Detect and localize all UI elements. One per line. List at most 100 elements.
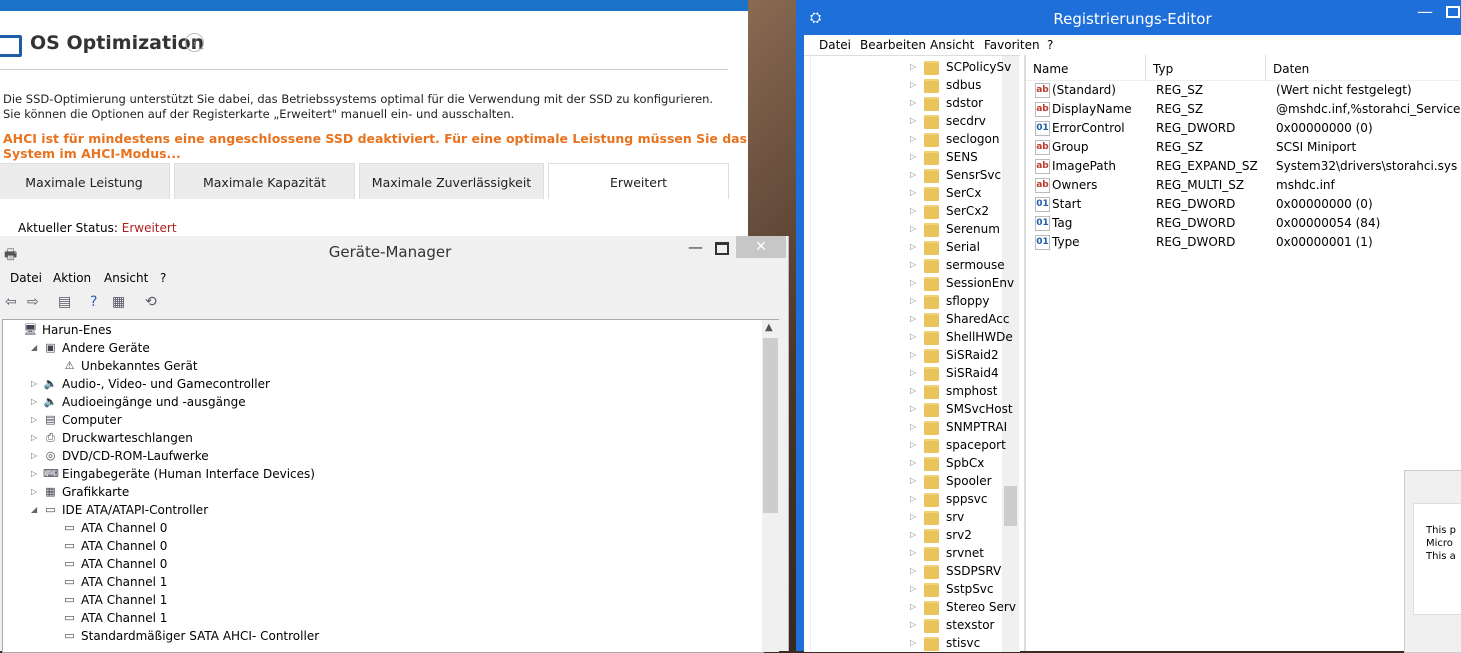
registry-key-tree[interactable]: ▷ SCPolicySv ▷ sdbus ▷ sdstor ▷ secdrv ▷ seclogon… [804, 55, 1020, 652]
scan-hardware-icon[interactable]: ⟲ [145, 294, 157, 310]
expand-arrow-icon[interactable]: ▷ [910, 566, 916, 575]
maximize-button[interactable] [1446, 6, 1460, 18]
expand-arrow-icon[interactable]: ▷ [910, 638, 916, 647]
expand-arrow-icon[interactable]: ▷ [910, 80, 916, 89]
menu-aktion[interactable]: Aktion [53, 271, 91, 285]
registry-value-row[interactable]: 01 Tag REG_DWORD 0x00000054 (84) [1026, 214, 1461, 233]
tab-advanced[interactable]: Erweitert [548, 163, 729, 199]
expand-arrow-icon[interactable]: ▷ [910, 368, 916, 377]
expand-arrow-icon[interactable]: ▷ [910, 332, 916, 341]
speaker-icon: 🔈 [43, 395, 58, 408]
menu-bearbeiten[interactable]: Bearbeiten [860, 38, 926, 52]
menu-datei[interactable]: Datei [10, 271, 42, 285]
expand-arrow-icon[interactable]: ▷ [910, 206, 916, 215]
expand-arrow-icon[interactable]: ▷ [910, 260, 916, 269]
expand-arrow-icon[interactable]: ▷ [910, 602, 916, 611]
expand-arrow-icon[interactable]: ▷ [31, 397, 37, 406]
expand-arrow-icon[interactable]: ▷ [910, 98, 916, 107]
expand-arrow-icon[interactable]: ▷ [910, 584, 916, 593]
expand-arrow-icon[interactable]: ▷ [910, 476, 916, 485]
expand-arrow-icon[interactable]: ▷ [910, 152, 916, 161]
maximize-button[interactable] [715, 242, 729, 255]
menu-ansicht[interactable]: Ansicht [930, 38, 974, 52]
registry-value-row[interactable]: ab Group REG_SZ SCSI Miniport [1026, 138, 1461, 157]
expand-arrow-icon[interactable]: ▷ [31, 433, 37, 442]
scroll-thumb[interactable] [763, 338, 778, 513]
expand-arrow-icon[interactable]: ▷ [910, 386, 916, 395]
expand-arrow-icon[interactable]: ▷ [910, 548, 916, 557]
column-header-data[interactable]: Daten [1266, 55, 1461, 81]
expand-arrow-icon[interactable]: ▷ [910, 314, 916, 323]
expand-arrow-icon[interactable]: ▷ [910, 296, 916, 305]
expand-arrow-icon[interactable]: ▷ [31, 451, 37, 460]
registry-value-row[interactable]: ab DisplayName REG_SZ @mshdc.inf,%storahci_… [1026, 100, 1461, 119]
registry-value-row[interactable]: 01 Start REG_DWORD 0x00000000 (0) [1026, 195, 1461, 214]
tab-max-performance[interactable]: Maximale Leistung [0, 163, 170, 199]
expand-arrow-icon[interactable]: ◢ [31, 343, 37, 352]
value-type: REG_SZ [1156, 83, 1204, 97]
registry-value-row[interactable]: ab ImagePath REG_EXPAND_SZ System32\drivers… [1026, 157, 1461, 176]
expand-arrow-icon[interactable]: ▷ [910, 404, 916, 413]
column-header-name[interactable]: Name [1026, 55, 1146, 81]
expand-arrow-icon[interactable]: ▷ [910, 116, 916, 125]
expand-arrow-icon[interactable]: ▷ [910, 350, 916, 359]
registry-value-row[interactable]: 01 Type REG_DWORD 0x00000001 (1) [1026, 233, 1461, 252]
scroll-up-icon[interactable]: ▲ [765, 322, 773, 333]
close-button[interactable]: ✕ [736, 236, 786, 258]
expand-arrow-icon[interactable]: ▷ [910, 530, 916, 539]
devmgr-title-bar: 🖶 Geräte-Manager — ✕ [0, 236, 788, 266]
expand-arrow-icon[interactable]: ▷ [31, 415, 37, 424]
menu-ansicht[interactable]: Ansicht [104, 271, 148, 285]
folder-icon [924, 133, 939, 147]
expand-arrow-icon[interactable]: ▷ [910, 62, 916, 71]
column-header-type[interactable]: Typ [1146, 55, 1266, 81]
expand-arrow-icon[interactable]: ▷ [910, 440, 916, 449]
properties-icon[interactable]: ▤ [58, 294, 71, 310]
registry-editor-window: ⛭ Registrierungs-Editor — Datei Bearbeit… [796, 0, 1461, 653]
expand-arrow-icon[interactable]: ▷ [910, 242, 916, 251]
expand-arrow-icon[interactable]: ▷ [910, 134, 916, 143]
tree-scroll-thumb[interactable] [1004, 486, 1017, 526]
expand-arrow-icon[interactable]: ▷ [31, 379, 37, 388]
expand-arrow-icon[interactable]: ▷ [31, 487, 37, 496]
minimize-button[interactable]: — [1417, 2, 1433, 21]
expand-arrow-icon[interactable]: ▷ [31, 469, 37, 478]
registry-values-list[interactable]: Name Typ Daten ab (Standard) REG_SZ (Wert n… [1024, 55, 1461, 651]
expand-arrow-icon[interactable]: ▷ [910, 170, 916, 179]
expand-arrow-icon[interactable]: ▷ [910, 458, 916, 467]
tab-max-reliability[interactable]: Maximale Zuverlässigkeit [359, 163, 544, 199]
value-name: ErrorControl [1052, 121, 1125, 135]
expand-arrow-icon[interactable]: ▷ [910, 278, 916, 287]
help-icon[interactable]: ? [185, 33, 204, 52]
menu-datei[interactable]: Datei [819, 38, 851, 52]
folder-icon [924, 241, 939, 255]
view-icon[interactable]: ▦ [112, 294, 125, 310]
back-arrow-icon[interactable]: ⇦ [5, 294, 17, 310]
value-data: (Wert nicht festgelegt) [1276, 83, 1412, 97]
expand-arrow-icon[interactable]: ▷ [910, 494, 916, 503]
menu-help[interactable]: ? [1047, 38, 1053, 52]
folder-icon [924, 403, 939, 417]
expand-arrow-icon[interactable]: ◢ [31, 505, 37, 514]
expand-arrow-icon[interactable]: ▷ [910, 620, 916, 629]
tree-scrollbar[interactable] [1002, 56, 1019, 652]
registry-value-row[interactable]: ab (Standard) REG_SZ (Wert nicht festgelegt… [1026, 81, 1461, 100]
registry-key-label: SCPolicySv [946, 60, 1012, 74]
status-value: Erweitert [121, 221, 177, 235]
menu-favoriten[interactable]: Favoriten [984, 38, 1040, 52]
registry-value-row[interactable]: 01 ErrorControl REG_DWORD 0x00000000 (0) [1026, 119, 1461, 138]
expand-arrow-icon[interactable]: ▷ [910, 188, 916, 197]
controller-icon: ▭ [64, 539, 75, 552]
registry-key-label: Serial [946, 240, 980, 254]
expand-arrow-icon[interactable]: ▷ [910, 512, 916, 521]
expand-arrow-icon[interactable]: ▷ [910, 224, 916, 233]
device-tree[interactable]: 🖥 Harun-Enes ◢ ▣ Andere Geräte ⚠ Unbekanntes G… [2, 319, 764, 653]
help-icon[interactable]: ? [90, 294, 97, 310]
menu-help[interactable]: ? [160, 271, 166, 285]
registry-value-row[interactable]: ab Owners REG_MULTI_SZ mshdc.inf [1026, 176, 1461, 195]
tab-max-capacity[interactable]: Maximale Kapazität [174, 163, 355, 199]
forward-arrow-icon[interactable]: ⇨ [27, 294, 39, 310]
expand-arrow-icon[interactable]: ▷ [910, 422, 916, 431]
minimize-button[interactable]: — [688, 238, 703, 256]
device-tree-scrollbar[interactable]: ▲ [762, 319, 779, 652]
